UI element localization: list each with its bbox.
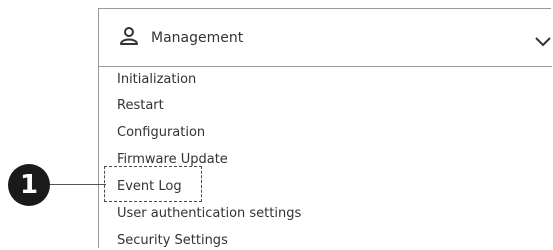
menu-item-user-authentication-settings[interactable]: User authentication settings — [117, 205, 301, 223]
callout-number-badge: 1 — [8, 164, 50, 206]
callout-leader-line — [50, 184, 106, 185]
section-title: Management — [151, 30, 244, 46]
menu-item-firmware-update[interactable]: Firmware Update — [117, 151, 228, 169]
chevron-down-icon[interactable] — [534, 33, 552, 47]
user-icon — [119, 27, 139, 45]
management-panel: Management Initialization Restart Config… — [98, 8, 552, 250]
menu-item-security-settings[interactable]: Security Settings — [117, 232, 228, 250]
menu-item-initialization[interactable]: Initialization — [117, 71, 196, 89]
menu-item-event-log[interactable]: Event Log — [117, 178, 182, 196]
menu-item-configuration[interactable]: Configuration — [117, 124, 205, 142]
management-section-header[interactable]: Management — [99, 9, 552, 67]
menu-item-restart[interactable]: Restart — [117, 97, 164, 115]
